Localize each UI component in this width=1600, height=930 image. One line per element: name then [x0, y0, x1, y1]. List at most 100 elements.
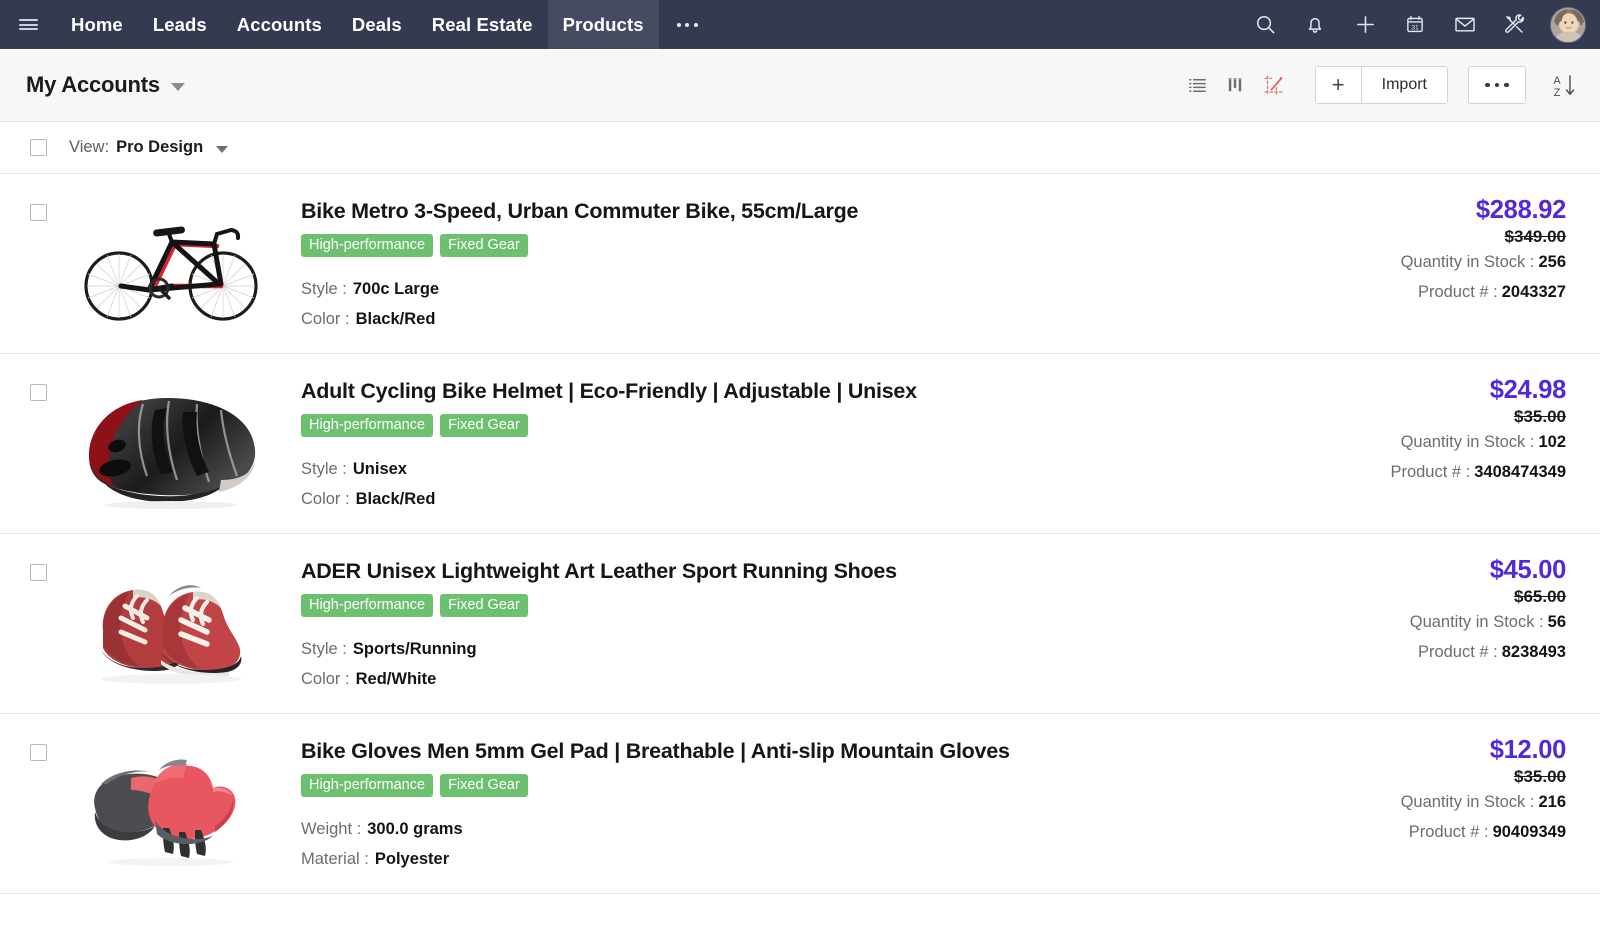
row-checkbox[interactable]	[30, 384, 47, 401]
plus-icon[interactable]	[1342, 0, 1388, 49]
product-info: ADER Unisex Lightweight Art Leather Spor…	[271, 554, 1266, 694]
product-meta: $288.92 $349.00 Quantity in Stock :256 P…	[1266, 194, 1567, 307]
import-button[interactable]: Import	[1360, 67, 1447, 103]
product-title[interactable]: Bike Metro 3-Speed, Urban Commuter Bike,…	[301, 199, 1266, 224]
create-button[interactable]: +	[1315, 67, 1361, 103]
tag-badge: Fixed Gear	[440, 773, 528, 798]
view-value[interactable]: Pro Design	[116, 138, 203, 157]
product-title[interactable]: Adult Cycling Bike Helmet | Eco-Friendly…	[301, 379, 1266, 404]
calendar-icon[interactable]: 31	[1392, 0, 1438, 49]
tag-badge: High-performance	[301, 413, 434, 438]
product-price: $45.00	[1489, 556, 1567, 584]
bell-icon[interactable]	[1292, 0, 1338, 49]
kanban-view-icon[interactable]	[1217, 66, 1255, 104]
stock-value: 56	[1547, 613, 1566, 632]
attribute-value: 700c Large	[352, 280, 440, 299]
product-number-label: Product # :	[1408, 823, 1489, 842]
attribute-value: 300.0 grams	[367, 820, 463, 839]
svg-text:Z: Z	[1554, 87, 1561, 99]
hamburger-icon[interactable]	[0, 0, 56, 49]
table-row[interactable]: Bike Gloves Men 5mm Gel Pad | Breathable…	[0, 714, 1600, 894]
nav-action-icons: 31	[1242, 0, 1600, 49]
product-tags: High-performance Fixed Gear	[301, 593, 1266, 618]
product-old-price: $65.00	[1514, 587, 1566, 607]
product-info: Adult Cycling Bike Helmet | Eco-Friendly…	[271, 374, 1266, 514]
tag-badge: High-performance	[301, 593, 434, 618]
tools-icon[interactable]	[1492, 0, 1538, 49]
row-checkbox[interactable]	[30, 204, 47, 221]
product-list: Bike Metro 3-Speed, Urban Commuter Bike,…	[0, 174, 1600, 894]
attribute-key: Material :	[301, 850, 369, 869]
svg-text:31: 31	[1411, 24, 1419, 31]
nav-overflow-icon[interactable]	[659, 0, 716, 49]
nav-item-leads[interactable]: Leads	[138, 0, 222, 49]
product-title[interactable]: Bike Gloves Men 5mm Gel Pad | Breathable…	[301, 739, 1266, 764]
stock-label: Quantity in Stock :	[1400, 793, 1535, 812]
product-attribute-row: Color : Black/Red	[301, 484, 1266, 514]
tag-badge: Fixed Gear	[440, 593, 528, 618]
product-price: $24.98	[1489, 376, 1567, 404]
road-bike-image	[71, 194, 271, 334]
product-attributes: Style : Sports/Running Color : Red/White	[301, 634, 1266, 694]
product-attributes: Style : 700c Large Color : Black/Red	[301, 274, 1266, 334]
product-attributes: Weight : 300.0 grams Material : Polyeste…	[301, 814, 1266, 874]
product-old-price: $35.00	[1514, 407, 1566, 427]
stock-line: Quantity in Stock :56	[1266, 607, 1566, 637]
attribute-value: Polyester	[374, 850, 450, 869]
product-number-line: Product # :90409349	[1266, 817, 1566, 847]
mail-icon[interactable]	[1442, 0, 1488, 49]
product-number-line: Product # :3408474349	[1266, 457, 1566, 487]
product-title[interactable]: ADER Unisex Lightweight Art Leather Spor…	[301, 559, 1266, 584]
sort-az-icon[interactable]: A Z	[1548, 71, 1578, 99]
chevron-down-icon	[170, 82, 185, 91]
attribute-key: Style :	[301, 640, 347, 659]
product-tags: High-performance Fixed Gear	[301, 233, 1266, 258]
top-navigation-bar: Home Leads Accounts Deals Real Estate Pr…	[0, 0, 1600, 49]
create-import-button-group: + Import	[1314, 66, 1448, 104]
product-attribute-row: Color : Black/Red	[301, 304, 1266, 334]
search-icon[interactable]	[1242, 0, 1288, 49]
product-attribute-row: Weight : 300.0 grams	[301, 814, 1266, 844]
svg-text:A: A	[1553, 75, 1561, 87]
stock-line: Quantity in Stock :256	[1266, 247, 1566, 277]
cycling-gloves-image	[71, 734, 271, 874]
canvas-view-icon[interactable]	[1255, 66, 1293, 104]
tag-badge: Fixed Gear	[440, 233, 528, 258]
table-row[interactable]: Bike Metro 3-Speed, Urban Commuter Bike,…	[0, 174, 1600, 354]
product-price: $288.92	[1475, 196, 1566, 224]
stock-line: Quantity in Stock :102	[1266, 427, 1566, 457]
attribute-key: Color :	[301, 490, 350, 509]
nav-item-home[interactable]: Home	[56, 0, 138, 49]
row-checkbox[interactable]	[30, 744, 47, 761]
attribute-key: Color :	[301, 310, 350, 329]
product-meta: $45.00 $65.00 Quantity in Stock :56 Prod…	[1266, 554, 1567, 667]
product-number-value: 2043327	[1501, 283, 1566, 302]
tag-badge: High-performance	[301, 233, 434, 258]
table-row[interactable]: Adult Cycling Bike Helmet | Eco-Friendly…	[0, 354, 1600, 534]
product-attribute-row: Color : Red/White	[301, 664, 1266, 694]
more-actions-button[interactable]	[1468, 66, 1526, 104]
product-number-value: 3408474349	[1474, 463, 1566, 482]
product-number-line: Product # :2043327	[1266, 277, 1566, 307]
nav-item-real-estate[interactable]: Real Estate	[417, 0, 548, 49]
list-view-icon[interactable]	[1179, 66, 1217, 104]
nav-item-accounts[interactable]: Accounts	[222, 0, 337, 49]
bike-helmet-image	[71, 374, 271, 514]
product-attributes: Style : Unisex Color : Black/Red	[301, 454, 1266, 514]
product-number-value: 90409349	[1492, 823, 1566, 842]
user-avatar[interactable]	[1550, 6, 1586, 43]
page-title: My Accounts	[26, 72, 160, 97]
module-title-dropdown[interactable]: My Accounts	[26, 72, 185, 98]
select-all-checkbox[interactable]	[30, 139, 47, 156]
table-row[interactable]: ADER Unisex Lightweight Art Leather Spor…	[0, 534, 1600, 714]
attribute-key: Weight :	[301, 820, 362, 839]
stock-label: Quantity in Stock :	[1400, 433, 1535, 452]
chevron-down-icon[interactable]	[216, 145, 229, 153]
module-toolbar: My Accounts + Import A Z	[0, 49, 1600, 122]
nav-item-deals[interactable]: Deals	[337, 0, 417, 49]
row-checkbox[interactable]	[30, 564, 47, 581]
nav-item-products[interactable]: Products	[547, 0, 659, 49]
product-number-line: Product # :8238493	[1266, 637, 1566, 667]
attribute-key: Color :	[301, 670, 350, 689]
stock-value: 216	[1538, 793, 1566, 812]
